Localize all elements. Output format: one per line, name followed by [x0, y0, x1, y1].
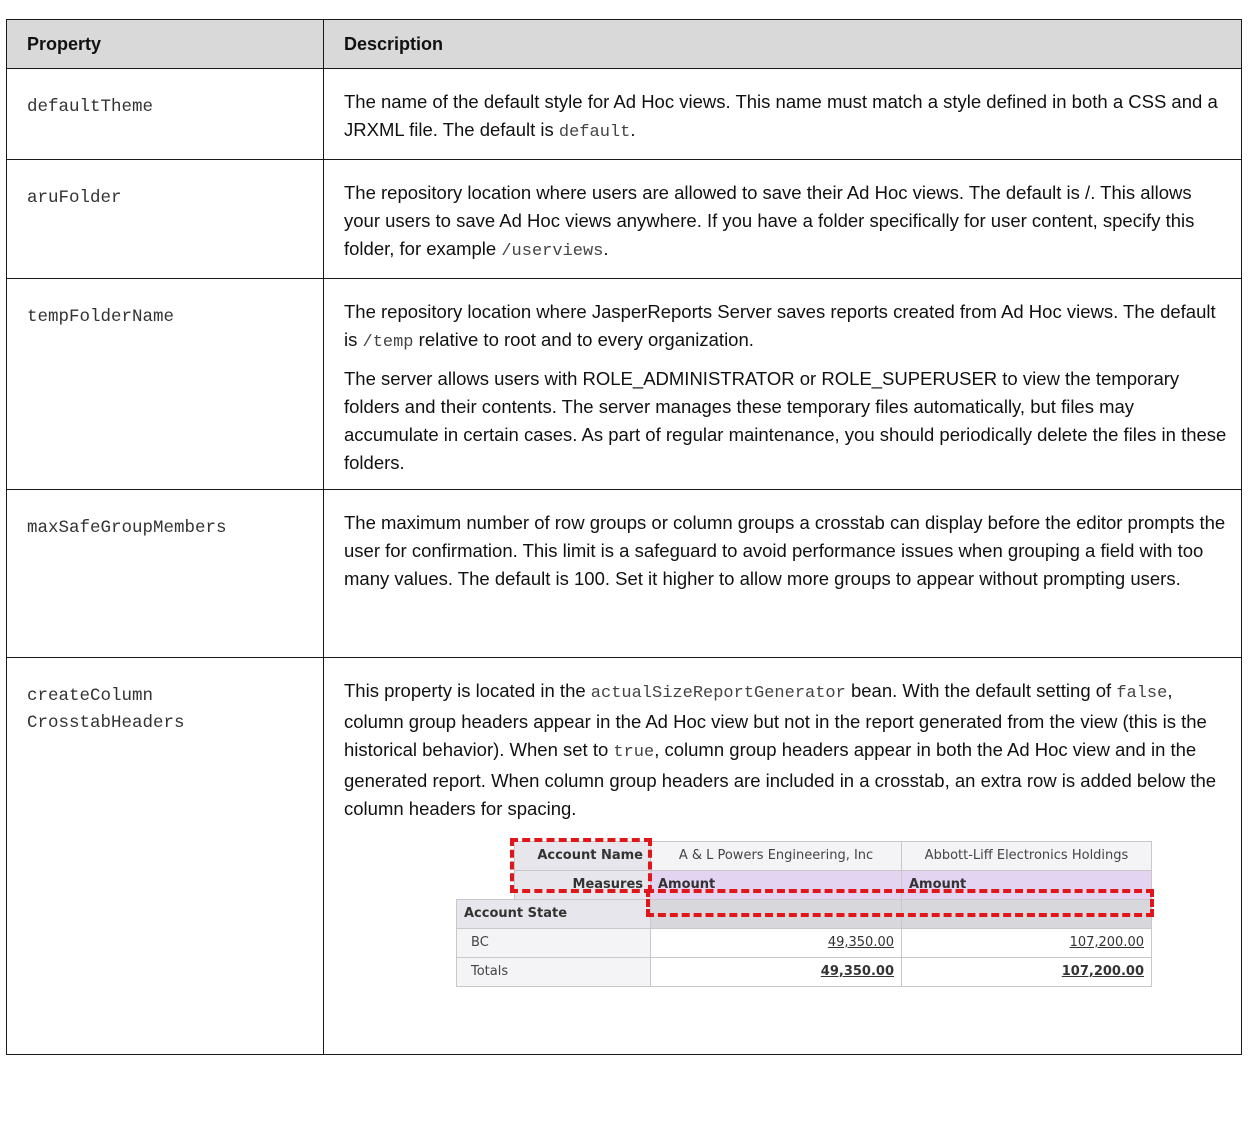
crosstab-table: Account Name A & L Powers Engineering, I…: [456, 841, 1152, 987]
property-description: This property is located in the actualSi…: [323, 657, 1242, 1055]
column-value: Abbott-Liff Electronics Holdings: [901, 841, 1152, 871]
properties-table: Property Description defaultTheme The na…: [6, 19, 1242, 1055]
code-false: false: [1116, 684, 1168, 703]
measure-header: Amount: [901, 870, 1152, 900]
total-value[interactable]: 49,350.00: [650, 957, 902, 987]
account-state-header: Account State: [456, 899, 651, 929]
description-paragraph: The server allows users with ROLE_ADMINI…: [344, 368, 1227, 473]
account-name-header: Account Name: [514, 841, 651, 871]
code-true: true: [613, 743, 655, 762]
totals-label: Totals: [456, 957, 651, 987]
cell-value[interactable]: 49,350.00: [650, 928, 902, 958]
property-name: tempFolderName: [6, 278, 324, 490]
property-description: The repository location where users are …: [323, 159, 1242, 279]
table-header-row: Property Description: [6, 19, 1242, 69]
row-label: BC: [456, 928, 651, 958]
property-name: aruFolder: [6, 159, 324, 279]
property-name: maxSafeGroupMembers: [6, 489, 324, 658]
property-description: The name of the default style for Ad Hoc…: [323, 68, 1242, 160]
crosstab-example-image: Account Name A & L Powers Engineering, I…: [456, 838, 1154, 993]
property-description: The repository location where JasperRepo…: [323, 278, 1242, 490]
table-row: aruFolder The repository location where …: [6, 159, 1242, 279]
cell-value[interactable]: 107,200.00: [901, 928, 1152, 958]
column-value: A & L Powers Engineering, Inc: [650, 841, 902, 871]
table-row: createColumn CrosstabHeaders This propert…: [6, 657, 1242, 1055]
spacer-cell: [650, 899, 902, 929]
total-value[interactable]: 107,200.00: [901, 957, 1152, 987]
property-description: The maximum number of row groups or colu…: [323, 489, 1242, 658]
header-description: Description: [323, 19, 1242, 69]
property-name: defaultTheme: [6, 68, 324, 160]
table-row: defaultTheme The name of the default sty…: [6, 68, 1242, 160]
property-name: createColumn CrosstabHeaders: [6, 657, 324, 1055]
code-bean: actualSizeReportGenerator: [590, 684, 846, 703]
table-row: maxSafeGroupMembers The maximum number o…: [6, 489, 1242, 658]
code-default: default: [558, 123, 631, 142]
spacer-cell: [901, 899, 1152, 929]
code-userviews: /userviews: [501, 242, 604, 261]
measures-header: Measures: [514, 870, 651, 900]
table-row: tempFolderName The repository location w…: [6, 278, 1242, 490]
header-property: Property: [6, 19, 324, 69]
code-temp: /temp: [362, 333, 414, 352]
measure-header: Amount: [650, 870, 902, 900]
